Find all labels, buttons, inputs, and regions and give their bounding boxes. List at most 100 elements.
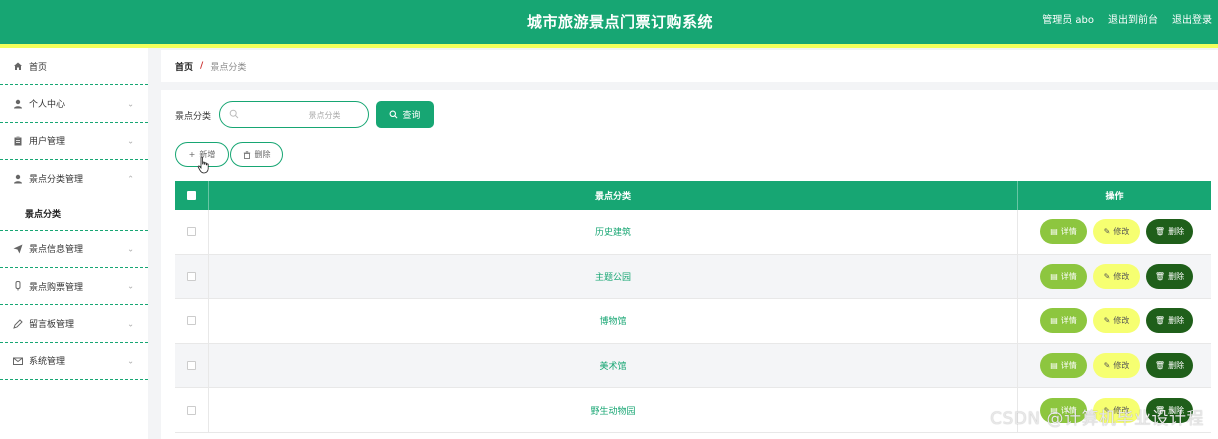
sidebar-item-user-management[interactable]: 用户管理 ⌄ [0,123,148,161]
edit-button[interactable]: ✎ 修改 [1093,353,1140,379]
plus-icon: + [188,150,196,159]
delete-label: 删除 [1168,271,1185,281]
search-icon [229,109,239,119]
category-name-cell: 美术馆 [208,343,1018,388]
column-header-category: 景点分类 [208,181,1018,210]
trash-icon: 🗑 [1154,361,1166,371]
delete-button[interactable]: 🗑 删除 [1146,308,1193,334]
trash-icon: 🗑 [1154,271,1166,281]
header-stripe [0,44,1218,48]
chevron-down-icon: ⌄ [127,281,134,291]
pencil-icon: ✎ [1103,271,1111,281]
category-name-cell: 主题公园 [208,254,1018,299]
delete-button[interactable]: 🗑 删除 [1146,263,1193,289]
document-icon: ▤ [1050,361,1058,371]
table-row: 主题公园 ▤ 详情 ✎ 修改 🗑 删除 [175,254,1211,300]
trash-icon: 🗑 [1154,316,1166,326]
table-row: 博物馆 ▤ 详情 ✎ 修改 🗑 删除 [175,299,1211,344]
pen-icon [13,318,23,329]
select-all-checkbox[interactable] [187,191,196,200]
detail-button[interactable]: ▤ 详情 [1040,308,1087,334]
detail-label: 详情 [1060,227,1077,237]
back-to-front-link[interactable]: 退出到前台 [1108,0,1158,42]
edit-label: 修改 [1113,271,1130,281]
document-icon: ▤ [1050,227,1058,237]
clipboard-icon [13,136,23,146]
chevron-down-icon: ⌄ [127,356,134,366]
edit-button[interactable]: ✎ 修改 [1093,308,1140,334]
send-icon [13,244,23,254]
sidebar-item-label: 景点分类管理 [29,175,84,186]
breadcrumb: 首页 / 景点分类 [161,50,1218,82]
sidebar-item-personal-center[interactable]: 个人中心 ⌄ [0,85,148,123]
delete-label: 删除 [1168,361,1185,371]
logout-link[interactable]: 退出登录 [1172,0,1212,42]
pencil-icon: ✎ [1103,361,1111,371]
chevron-up-icon: ⌃ [127,174,134,184]
sidebar-item-label: 留言板管理 [29,320,75,331]
header-links: 管理员 abo 退出到前台 退出登录 [1042,0,1212,42]
delete-button-label: 删除 [254,150,271,159]
sidebar-item-category-management[interactable]: 景点分类管理 ⌃ [0,160,148,197]
delete-label: 删除 [1168,316,1185,326]
sidebar-item-label: 景点购票管理 [29,282,84,293]
document-icon: ▤ [1050,316,1058,326]
row-checkbox[interactable] [187,361,196,371]
search-input[interactable] [242,105,362,125]
delete-button[interactable]: 🗑 删除 [1146,219,1193,245]
home-icon [13,61,23,71]
edit-label: 修改 [1113,316,1130,326]
batch-delete-button[interactable]: 删除 [230,142,283,167]
breadcrumb-home[interactable]: 首页 [175,60,193,73]
sidebar-item-system-management[interactable]: 系统管理 ⌄ [0,343,148,381]
detail-button[interactable]: ▤ 详情 [1040,353,1087,379]
pencil-icon: ✎ [1103,316,1111,326]
row-checkbox[interactable] [187,271,196,281]
row-operations: ▤ 详情 ✎ 修改 🗑 删除 [1018,255,1211,299]
table-header: 景点分类 操作 [175,181,1211,210]
detail-button[interactable]: ▤ 详情 [1040,263,1087,289]
trash-icon: 🗑 [1154,227,1166,237]
table-row: 历史建筑 ▤ 详情 ✎ 修改 🗑 删除 [175,210,1211,255]
delete-button[interactable]: 🗑 删除 [1146,353,1193,379]
watermark: CSDN @计算机毕业设计程 [990,409,1204,429]
table-row: 美术馆 ▤ 详情 ✎ 修改 🗑 删除 [175,343,1211,389]
detail-button[interactable]: ▤ 详情 [1040,219,1087,245]
hand-cursor-icon [197,156,209,174]
row-checkbox[interactable] [187,227,196,237]
sidebar-item-message-board[interactable]: 留言板管理 ⌄ [0,305,148,343]
submenu-item-category[interactable]: 景点分类 [0,198,148,231]
search-label: 景点分类 [175,112,212,122]
top-header: 城市旅游景点门票订购系统 管理员 abo 退出到前台 退出登录 [0,0,1218,45]
row-checkbox[interactable] [187,316,196,326]
detail-label: 详情 [1060,361,1077,371]
edit-button[interactable]: ✎ 修改 [1093,263,1140,289]
row-operations: ▤ 详情 ✎ 修改 🗑 删除 [1018,344,1211,388]
sidebar-item-label: 用户管理 [29,137,66,148]
document-icon: ▤ [1050,271,1058,281]
header-checkbox-cell [175,181,208,210]
detail-label: 详情 [1060,271,1077,281]
query-button-label: 查询 [402,110,421,120]
admin-name: 管理员 abo [1042,15,1094,26]
category-name-cell: 历史建筑 [208,210,1018,254]
edit-label: 修改 [1113,227,1130,237]
search-icon [390,110,398,119]
ticket-icon [13,281,23,291]
chevron-down-icon: ⌄ [127,244,134,254]
query-button[interactable]: 查询 [376,101,434,128]
sidebar-item-home[interactable]: 首页 [0,48,148,86]
trash-icon [243,150,250,159]
sidebar-item-ticket-management[interactable]: 景点购票管理 ⌄ [0,268,148,306]
column-header-operations: 操作 [1105,192,1124,202]
sidebar-item-label: 个人中心 [29,100,66,111]
edit-button[interactable]: ✎ 修改 [1093,219,1140,245]
site-title: 城市旅游景点门票订购系统 [526,13,713,31]
row-operations: ▤ 详情 ✎ 修改 🗑 删除 [1018,299,1211,343]
sidebar-item-label: 景点信息管理 [29,245,84,256]
search-box[interactable] [219,101,369,128]
chevron-down-icon: ⌄ [127,136,134,146]
sidebar-item-label: 系统管理 [29,357,66,368]
row-checkbox[interactable] [187,405,196,415]
sidebar-item-spot-info-management[interactable]: 景点信息管理 ⌄ [0,231,148,268]
